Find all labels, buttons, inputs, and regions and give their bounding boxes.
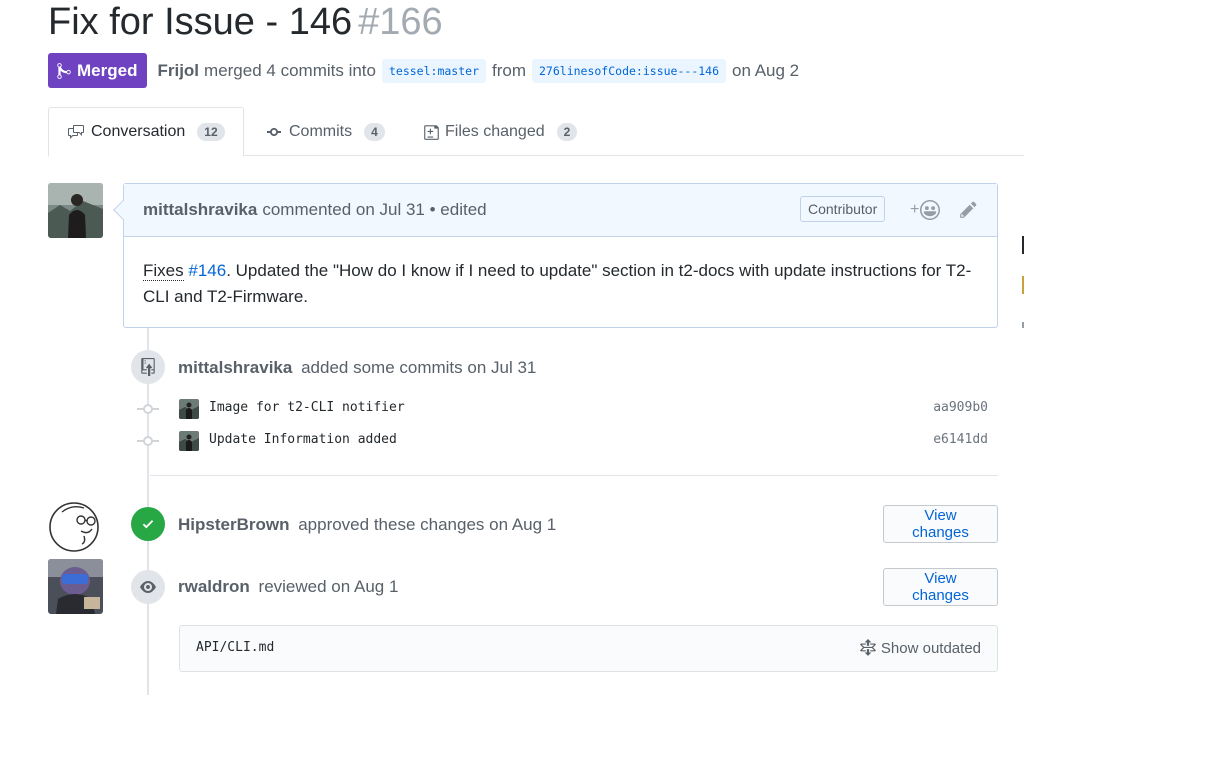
fixes-keyword: Fixes: [143, 261, 184, 281]
repo-push-icon: [141, 358, 155, 376]
commit-author-avatar[interactable]: [179, 431, 199, 451]
contributor-badge: Contributor: [800, 196, 886, 222]
show-outdated-button[interactable]: Show outdated: [859, 639, 981, 657]
tab-files-changed-count: 2: [556, 122, 578, 141]
base-branch[interactable]: tessel:master: [381, 58, 486, 83]
commit-author-avatar[interactable]: [179, 399, 199, 419]
git-commit-icon: [267, 127, 281, 136]
tab-commits-count: 4: [364, 122, 385, 141]
comment-discussion-icon: [68, 125, 84, 139]
commit-event-description: added some commits on Jul 31: [301, 358, 537, 377]
comment-meta[interactable]: commented on Jul 31 • edited: [262, 200, 486, 220]
merge-from-text: from: [492, 60, 526, 80]
commit-sha[interactable]: aa909b0: [933, 400, 988, 415]
approval-event-text: HipsterBrown approved these changes on A…: [178, 515, 556, 535]
timeline-divider: [150, 475, 998, 476]
comment-author[interactable]: mittalshravika: [143, 200, 257, 220]
unfold-icon: [860, 639, 876, 656]
approval-description: approved these changes on Aug 1: [298, 515, 557, 534]
eye-icon: [140, 581, 156, 593]
add-reaction-button[interactable]: +: [910, 200, 941, 220]
head-branch[interactable]: 276linesofCode:issue---146: [532, 58, 727, 83]
avatar[interactable]: [48, 498, 103, 553]
comment-body: Fixes #146. Updated the "How do I know i…: [124, 237, 997, 331]
issue-link[interactable]: #146: [188, 261, 226, 280]
commit-event-author[interactable]: mittalshravika: [178, 358, 292, 377]
tab-commits-label: Commits: [289, 122, 353, 140]
commit-message[interactable]: Update Information added: [209, 432, 397, 447]
show-outdated-label: Show outdated: [880, 639, 981, 657]
sidebar-fragment: [1022, 322, 1024, 328]
pr-title: Fix for Issue - 146 #166: [48, 0, 443, 44]
commenter-avatar-image: [48, 183, 103, 238]
plus-icon: +: [910, 201, 920, 218]
tab-conversation-label: Conversation: [91, 123, 186, 140]
pencil-icon[interactable]: [959, 200, 978, 219]
tab-files-changed[interactable]: Files changed 2: [406, 107, 595, 156]
merge-date: on Aug 2: [732, 60, 800, 80]
review-description: reviewed on Aug 1: [258, 577, 399, 596]
repo-push-badge: [131, 350, 165, 384]
sidebar-fragment: [1022, 236, 1024, 254]
git-commit-icon: [137, 436, 159, 446]
git-merge-icon: [57, 62, 71, 79]
commit-sha[interactable]: e6141dd: [933, 432, 988, 447]
git-commit-icon: [137, 404, 159, 414]
avatar[interactable]: [48, 559, 103, 614]
pr-title-text: Fix for Issue - 146: [48, 1, 353, 43]
merger-username[interactable]: Frijol: [157, 61, 199, 81]
comment-header: mittalshravika commented on Jul 31 • edi…: [124, 184, 997, 237]
smiley-icon: [920, 200, 941, 220]
approval-author[interactable]: HipsterBrown: [178, 515, 289, 534]
pr-tabs: Conversation 12 Commits 4 Files changed …: [48, 107, 1024, 157]
approved-badge: [131, 507, 165, 541]
commit-row: Update Information added e6141dd: [137, 429, 998, 453]
avatar[interactable]: [48, 183, 103, 238]
pr-description-comment: mittalshravika commented on Jul 31 • edi…: [123, 183, 998, 328]
view-changes-button[interactable]: View changes: [883, 505, 998, 543]
comment-body-text: . Updated the "How do I know if I need t…: [143, 261, 972, 306]
file-diff-icon: [424, 124, 439, 140]
commit-row: Image for t2-CLI notifier aa909b0: [137, 397, 998, 421]
view-changes-button[interactable]: View changes: [883, 568, 998, 606]
check-icon: [142, 520, 154, 529]
reviewer-avatar-image: [48, 559, 103, 614]
pr-number: #166: [358, 1, 443, 43]
merge-text: merged 4 commits into: [204, 60, 376, 80]
pr-meta: Merged Frijol merged 4 commits into tess…: [48, 53, 799, 88]
tab-conversation-count: 12: [197, 123, 225, 141]
tab-commits[interactable]: Commits 4: [247, 107, 403, 156]
merged-state-label: Merged: [77, 60, 138, 80]
reviewer-avatar-image: [48, 498, 103, 553]
commit-message[interactable]: Image for t2-CLI notifier: [209, 400, 405, 415]
review-file-name[interactable]: API/CLI.md: [196, 640, 274, 655]
review-event-text: rwaldron reviewed on Aug 1: [178, 577, 398, 597]
tab-files-changed-label: Files changed: [445, 122, 545, 140]
review-file-header: API/CLI.md Show outdated: [179, 625, 998, 672]
tab-conversation[interactable]: Conversation 12: [48, 107, 244, 157]
merged-state-badge: Merged: [48, 53, 148, 88]
review-author[interactable]: rwaldron: [178, 577, 250, 596]
reviewed-badge: [131, 570, 165, 604]
commit-event-text: mittalshravika added some commits on Jul…: [178, 358, 536, 378]
sidebar-fragment: [1022, 276, 1024, 294]
